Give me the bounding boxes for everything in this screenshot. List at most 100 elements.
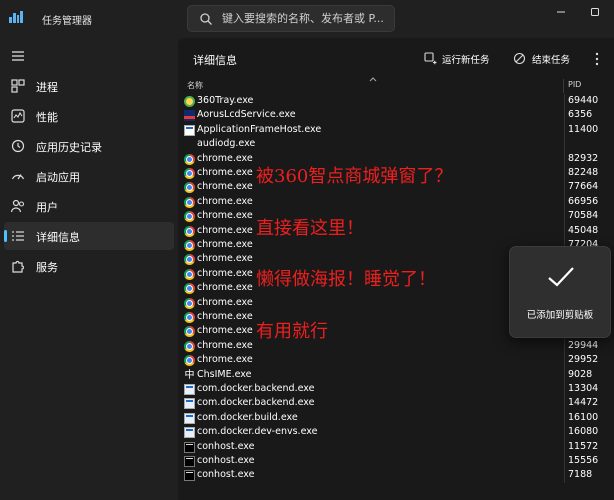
process-name: audiodg.exe — [197, 138, 256, 150]
column-divider — [564, 94, 565, 109]
process-name: conhost.exe — [197, 455, 255, 466]
overlay-annotation-text: 有用就行 — [256, 321, 328, 342]
process-name: ChsIME.exe — [197, 368, 252, 380]
chrome-icon — [184, 312, 195, 323]
column-header-name[interactable]: 名称 — [178, 77, 564, 93]
table-row[interactable]: ApplicationFrameHost.exe 11400 — [178, 122, 614, 138]
chsime-icon: 中 — [184, 369, 195, 381]
hamburger-menu-button[interactable] — [8, 46, 28, 66]
chrome-icon — [184, 268, 195, 280]
process-pid: 69440 — [568, 95, 599, 106]
chrome-icon — [184, 283, 195, 295]
overlay-annotation-text: 懒得做海报！睡觉了！ — [256, 269, 436, 290]
chrome-icon — [184, 182, 195, 194]
column-header-pid-label: PID — [568, 80, 582, 89]
sidebar-item-label: 用户 — [36, 201, 58, 214]
processes-icon — [11, 79, 25, 93]
process-pid: 15556 — [568, 455, 599, 466]
process-name: AorusLcdService.exe — [197, 109, 296, 121]
docker-icon — [184, 384, 195, 395]
minimize-icon — [557, 11, 565, 13]
sidebar-item-users[interactable]: 用户 — [4, 192, 174, 220]
process-pid: 29944 — [568, 339, 599, 351]
table-row[interactable]: com.docker.backend.exe 13304 — [178, 382, 614, 397]
table-row[interactable]: chrome.exe 29952 — [178, 353, 614, 369]
column-divider — [564, 410, 565, 426]
sidebar-item-details[interactable]: 详细信息 — [4, 222, 174, 250]
run-new-task-icon — [424, 52, 437, 65]
title-bar: 任务管理器 — [0, 0, 614, 38]
process-pid: 77664 — [568, 181, 599, 193]
column-divider — [564, 166, 565, 181]
table-row[interactable]: conhost.exe 11572 — [178, 439, 614, 455]
startup-gauge-icon — [11, 174, 25, 180]
search-icon — [200, 13, 212, 25]
docker-icon — [184, 412, 195, 424]
table-row[interactable]: conhost.exe 15556 — [178, 454, 614, 469]
end-task-button[interactable]: 结束任务 — [510, 50, 574, 68]
column-divider — [564, 108, 565, 124]
process-name: chrome.exe — [197, 181, 253, 193]
chrome-icon — [184, 297, 195, 309]
end-task-label: 结束任务 — [532, 55, 571, 66]
process-pid: 82932 — [568, 152, 599, 164]
table-row[interactable]: chrome.exe 29944 — [178, 338, 614, 354]
more-options-button[interactable] — [586, 48, 608, 70]
process-pid: 11572 — [568, 440, 599, 452]
search-box[interactable] — [187, 5, 395, 32]
table-row[interactable]: audiodg.exe — [178, 137, 614, 153]
process-pid: 13304 — [568, 383, 599, 394]
table-row[interactable]: conhost.exe 7188 — [178, 468, 614, 484]
chrome-icon — [184, 211, 195, 223]
table-row[interactable]: chrome.exe 66956 — [178, 194, 614, 210]
maximize-button[interactable] — [578, 0, 612, 24]
column-divider — [564, 137, 565, 153]
run-new-task-button[interactable]: 运行新任务 — [420, 50, 498, 68]
chrome-icon — [184, 196, 195, 208]
sidebar-item-processes[interactable]: 进程 — [4, 72, 174, 100]
overlay-annotation-text: 被360智点商城弹窗了？ — [256, 166, 453, 187]
more-options-icon — [595, 52, 599, 66]
table-row[interactable]: chrome.exe 45048 — [178, 223, 614, 239]
process-name: ApplicationFrameHost.exe — [197, 123, 322, 135]
process-name: chrome.exe — [197, 224, 253, 236]
sidebar-item-services[interactable]: 服务 — [4, 252, 174, 280]
column-divider — [564, 454, 565, 469]
process-name: 360Tray.exe — [197, 95, 254, 106]
minimize-button[interactable] — [544, 0, 578, 24]
table-row[interactable]: 中 ChsIME.exe 9028 — [178, 367, 614, 383]
table-row[interactable]: AorusLcdService.exe 6356 — [178, 108, 614, 124]
sidebar-item-label: 启动应用 — [36, 171, 80, 184]
process-pid: 82248 — [568, 167, 599, 178]
table-row[interactable]: com.docker.backend.exe 14472 — [178, 396, 614, 412]
column-header-pid[interactable]: PID — [564, 79, 614, 93]
column-divider — [564, 194, 565, 210]
process-name: chrome.exe — [197, 339, 253, 351]
chrome-icon — [184, 240, 195, 251]
process-name: chrome.exe — [197, 267, 253, 279]
process-pid: 16100 — [568, 411, 599, 423]
column-divider — [564, 425, 565, 441]
sidebar-item-app-history[interactable]: 应用历史记录 — [4, 132, 174, 160]
column-divider — [564, 338, 565, 354]
task-manager-window: 任务管理器 进程 性能 应用历史记录 启动应用 — [0, 0, 614, 500]
table-row[interactable]: 360Tray.exe 69440 — [178, 94, 614, 109]
search-input[interactable] — [222, 6, 392, 31]
active-indicator — [4, 230, 7, 242]
table-row[interactable]: com.docker.dev-envs.exe 16080 — [178, 425, 614, 441]
column-divider — [564, 468, 565, 484]
overlay-annotation-text: 直接看这里！ — [256, 218, 364, 239]
table-row[interactable]: com.docker.build.exe 16100 — [178, 410, 614, 426]
console-icon — [184, 441, 195, 453]
table-row[interactable]: chrome.exe 70584 — [178, 209, 614, 225]
sidebar-item-performance[interactable]: 性能 — [4, 102, 174, 130]
process-name: chrome.exe — [197, 239, 253, 250]
task-manager-app-icon — [9, 11, 23, 23]
sidebar-item-startup-apps[interactable]: 启动应用 — [4, 162, 174, 190]
process-name: chrome.exe — [197, 354, 253, 366]
clipboard-toast: 已添加到剪贴板 — [509, 246, 611, 338]
chrome-icon — [184, 355, 195, 367]
chrome-icon — [184, 254, 195, 266]
process-pid: 70584 — [568, 210, 599, 222]
process-name: chrome.exe — [197, 282, 253, 294]
